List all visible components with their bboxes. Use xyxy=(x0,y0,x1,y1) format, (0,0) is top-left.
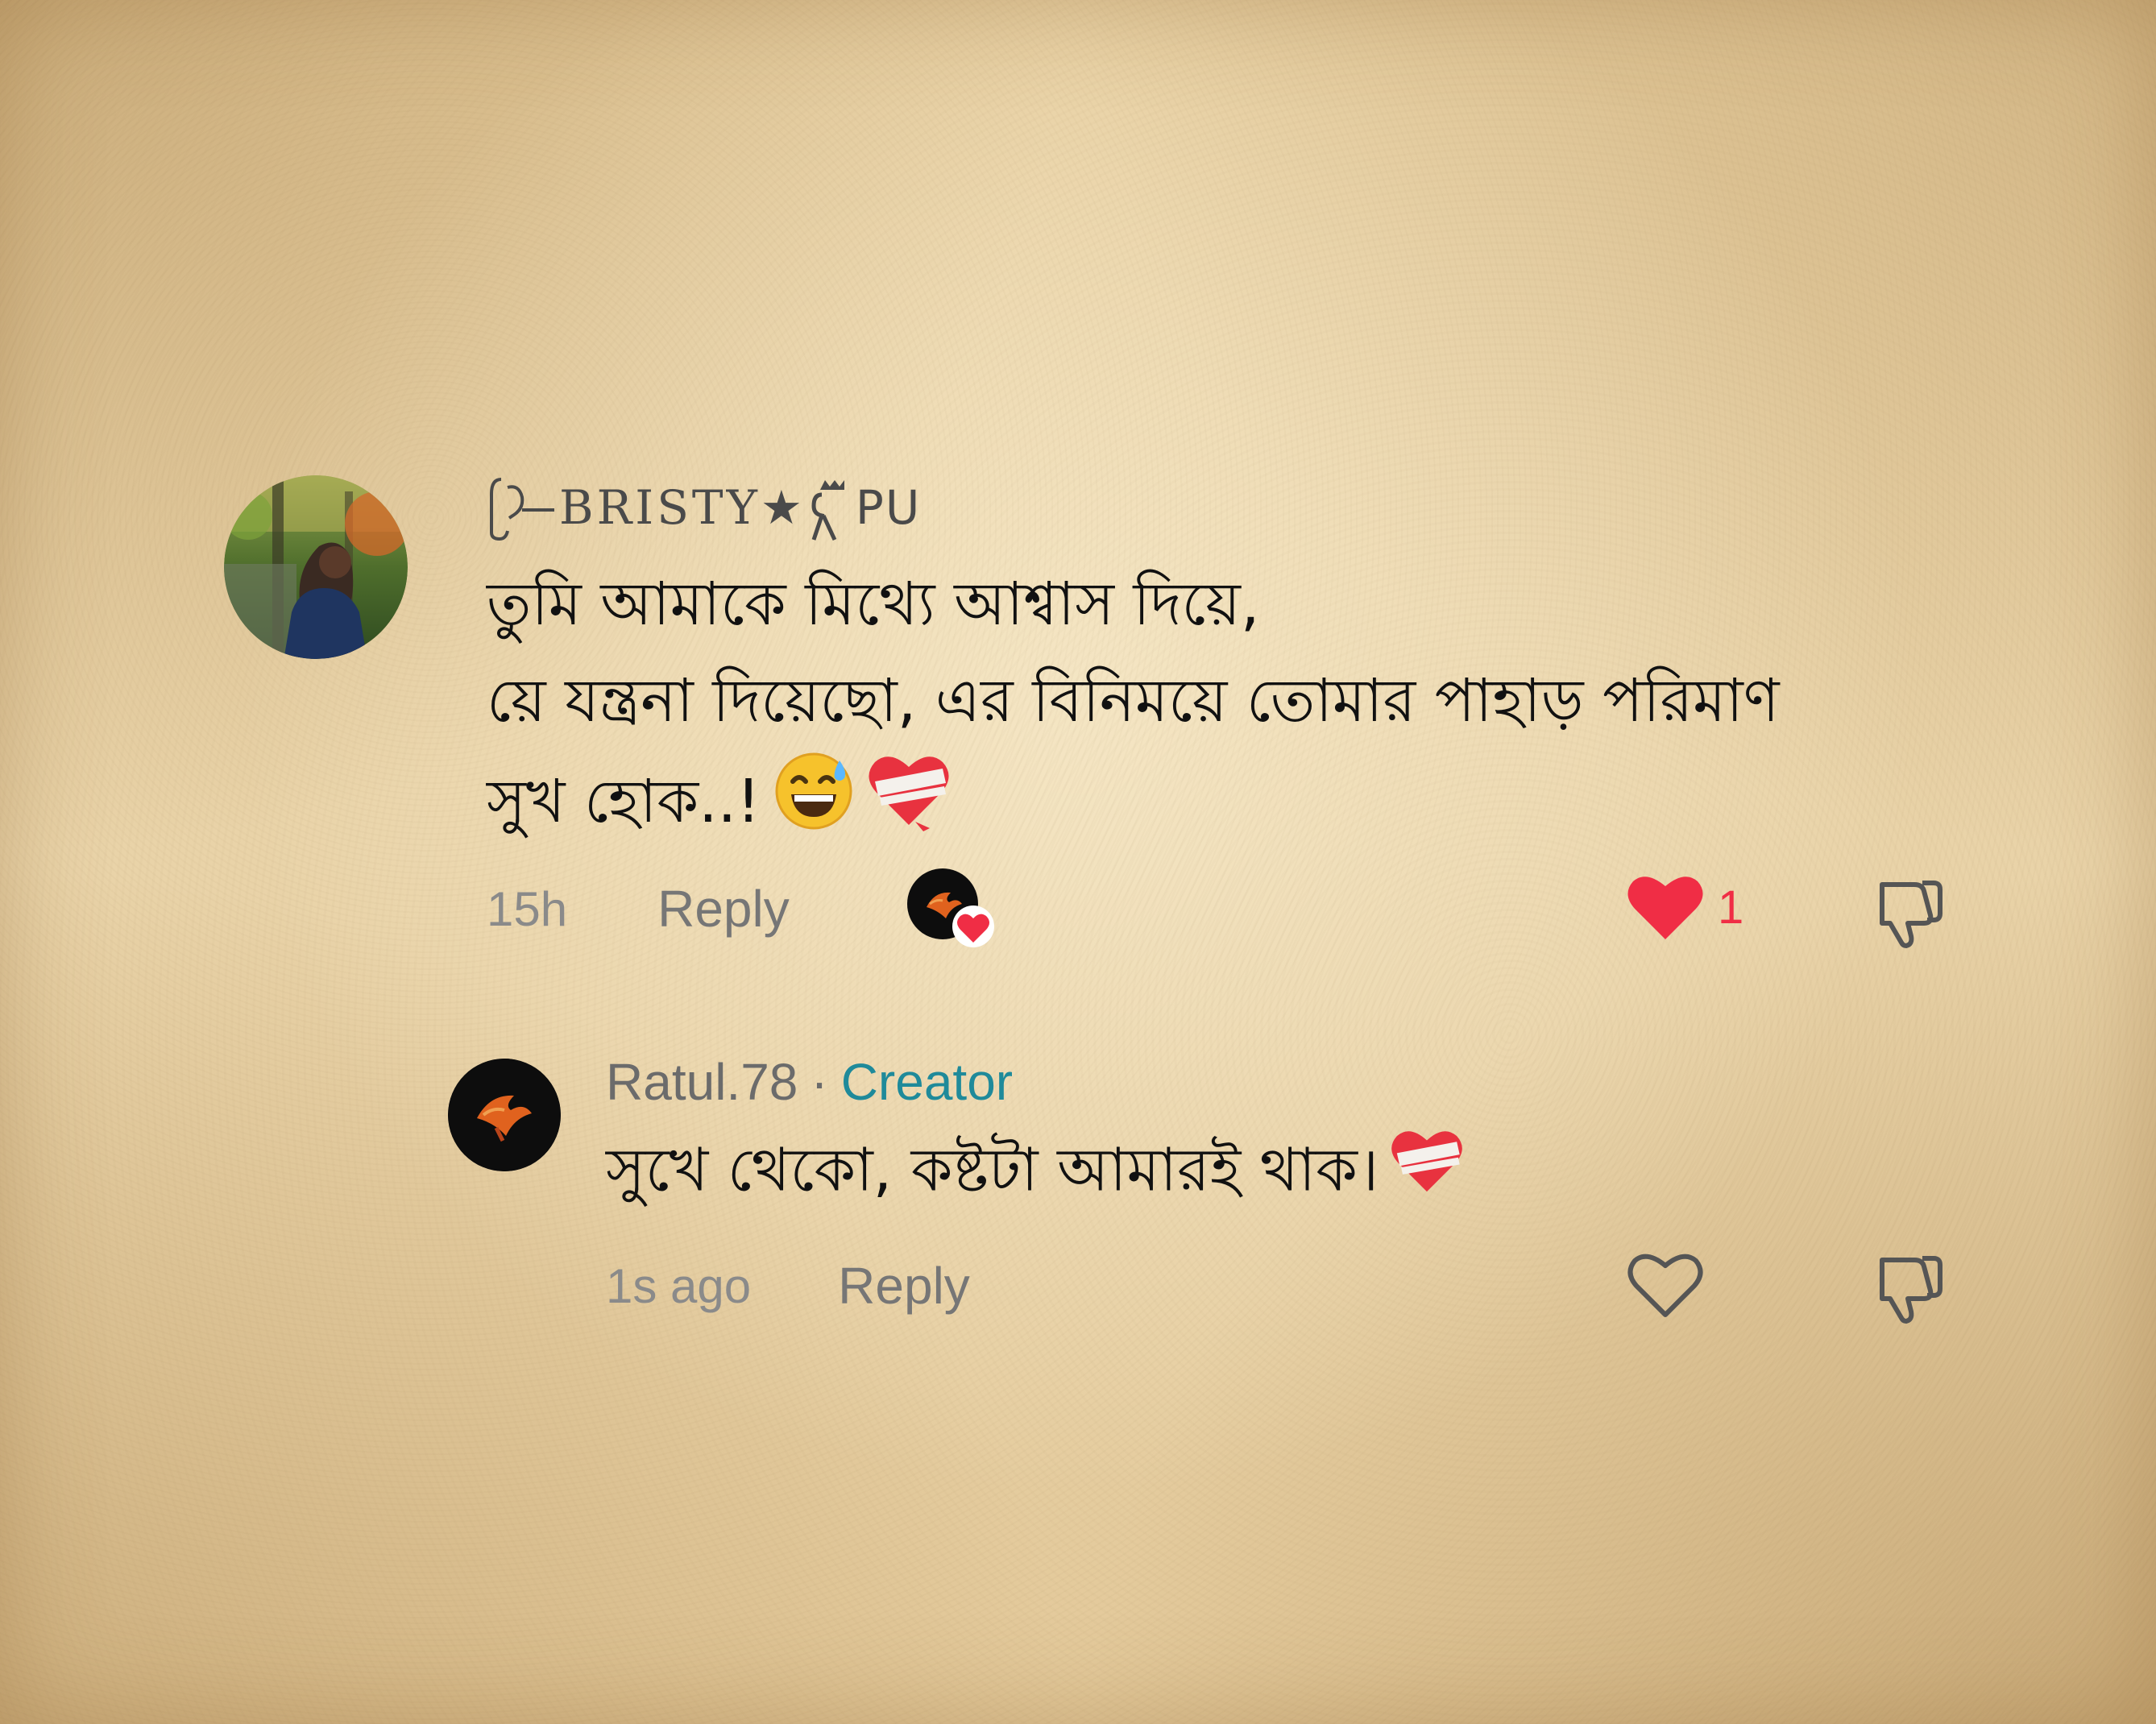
heart-outline-icon xyxy=(1627,1254,1703,1317)
comment-timestamp: 15h xyxy=(487,881,568,936)
mending-heart-emoji xyxy=(867,749,951,861)
comment-meta-row: 15h Reply xyxy=(487,877,790,941)
creator-badge: Creator xyxy=(840,1053,1014,1111)
mending-heart-emoji xyxy=(1390,1125,1464,1223)
comment-body: তুমি আমাকে মিথ্যে আশ্বাস দিয়ে, য়ে যন্ত… xyxy=(487,556,1969,861)
comment-dislike-button[interactable] xyxy=(1869,873,1947,951)
creator-liked-badge xyxy=(906,867,996,947)
reply-reply-button[interactable]: Reply xyxy=(838,1256,970,1316)
commenter-username-suffix: PU xyxy=(855,480,922,535)
commenter-avatar[interactable] xyxy=(224,475,408,659)
header-separator: · xyxy=(811,1053,828,1111)
reply-like-button[interactable] xyxy=(1627,1250,1703,1320)
commenter-username[interactable]: BRISTY★ PU xyxy=(487,471,921,544)
reply-body: সুখে থেকো, কষ্টটা আমারই থাক। xyxy=(606,1125,1464,1223)
comment-line-3: সুখ হোক..! xyxy=(487,749,1969,861)
creator-avatar[interactable] xyxy=(448,1059,561,1171)
crown-letter-icon xyxy=(811,480,844,541)
reply-timestamp: 1s ago xyxy=(606,1258,752,1313)
reply-dislike-button[interactable] xyxy=(1869,1249,1947,1326)
reply-body-text: সুখে থেকো, কষ্টটা আমারই থাক। xyxy=(606,1135,1379,1205)
reply-header: Ratul.78 · Creator xyxy=(606,1046,1013,1118)
comment-like-button[interactable]: 1 xyxy=(1627,873,1743,941)
comment-reply-button[interactable]: Reply xyxy=(657,879,790,939)
comment-line-2: য়ে যন্ত্রনা দিয়েছো, এর বিনিময়ে তোমার … xyxy=(487,666,1780,736)
comment-line-1: তুমি আমাকে মিথ্যে আশ্বাস দিয়ে, xyxy=(487,570,1260,639)
creator-username[interactable]: Ratul.78 xyxy=(606,1052,798,1112)
heart-filled-icon xyxy=(1627,877,1703,939)
comment-like-count: 1 xyxy=(1718,881,1744,934)
decorative-symbol-icon xyxy=(490,478,554,541)
comment-line-3-text: সুখ হোক..! xyxy=(487,767,761,837)
commenter-username-text: BRISTY★ xyxy=(559,480,806,535)
reply-meta-row: 1s ago Reply xyxy=(606,1254,970,1318)
paper-background xyxy=(0,0,2156,1724)
sweat-smile-emoji xyxy=(772,749,856,861)
paper-edge-shade xyxy=(0,0,2156,1724)
